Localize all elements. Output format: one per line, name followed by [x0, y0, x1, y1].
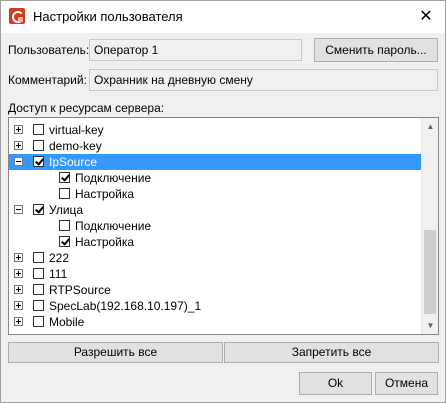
tree-item-checkbox[interactable]	[33, 316, 44, 327]
user-settings-dialog: Настройки пользователя ✕ Пользователь: О…	[0, 0, 446, 403]
tree-item-label: Настройка	[75, 235, 135, 249]
expand-icon[interactable]	[14, 253, 23, 262]
scroll-up-icon[interactable]: ▲	[422, 118, 438, 135]
app-icon	[9, 8, 25, 24]
tree-item[interactable]: Mobile	[9, 314, 421, 330]
tree-item-label: Настройка	[75, 187, 135, 201]
tree-item-checkbox[interactable]	[33, 204, 44, 215]
access-label: Доступ к ресурсам сервера:	[8, 101, 165, 115]
tree-item[interactable]: Настройка	[9, 234, 421, 250]
tree-item-label: 111	[49, 267, 68, 281]
tree-item-label: RTPSource	[49, 283, 111, 297]
allow-all-button[interactable]: Разрешить все	[8, 342, 223, 363]
tree-item-checkbox[interactable]	[33, 124, 44, 135]
expand-icon[interactable]	[14, 269, 23, 278]
tree-item-checkbox[interactable]	[33, 300, 44, 311]
tree-item-label: Mobile	[49, 315, 85, 329]
user-label: Пользователь:	[8, 43, 90, 57]
tree-item-checkbox[interactable]	[33, 252, 44, 263]
change-password-button[interactable]: Сменить пароль...	[314, 38, 438, 62]
ok-button[interactable]: Ok	[299, 372, 372, 395]
tree-item[interactable]: IpSource	[9, 154, 421, 170]
tree-item-label: Улица	[49, 203, 84, 217]
collapse-icon[interactable]	[14, 157, 23, 166]
close-icon[interactable]: ✕	[411, 5, 441, 29]
expand-icon[interactable]	[14, 285, 23, 294]
scroll-thumb[interactable]	[424, 230, 436, 314]
resource-tree[interactable]: virtual-key demo-key IpSource Подключение На…	[8, 117, 439, 335]
expand-icon[interactable]	[14, 141, 23, 150]
tree-item[interactable]: 222	[9, 250, 421, 266]
tree-item[interactable]: virtual-key	[9, 122, 421, 138]
scroll-down-icon[interactable]: ▼	[422, 317, 438, 334]
tree-item[interactable]: Подключение	[9, 218, 421, 234]
tree-item[interactable]: SpecLab(192.168.10.197)_1	[9, 298, 421, 314]
expand-icon[interactable]	[14, 317, 23, 326]
window-title: Настройки пользователя	[33, 9, 183, 24]
tree-scrollbar[interactable]: ▲ ▼	[421, 118, 438, 334]
user-field[interactable]: Оператор 1	[89, 39, 302, 61]
tree-item-checkbox[interactable]	[59, 172, 70, 183]
collapse-icon[interactable]	[14, 205, 23, 214]
tree-item-label: Подключение	[75, 171, 152, 185]
tree-item-checkbox[interactable]	[59, 236, 70, 247]
tree-item-checkbox[interactable]	[33, 140, 44, 151]
tree-item-checkbox[interactable]	[59, 220, 70, 231]
cancel-button[interactable]: Отмена	[375, 372, 438, 395]
comment-field[interactable]: Охранник на дневную смену	[89, 69, 438, 91]
title-bar[interactable]: Настройки пользователя ✕	[1, 1, 445, 33]
tree-item[interactable]: Настройка	[9, 186, 421, 202]
tree-item[interactable]: demo-key	[9, 138, 421, 154]
tree-item-checkbox[interactable]	[59, 188, 70, 199]
comment-label: Комментарий:	[8, 73, 87, 87]
tree-item-label: 222	[49, 251, 70, 265]
tree-item-checkbox[interactable]	[33, 268, 44, 279]
tree-item-checkbox[interactable]	[33, 284, 44, 295]
tree-item-label: Подключение	[75, 219, 152, 233]
tree-item-label: virtual-key	[49, 123, 104, 137]
deny-all-button[interactable]: Запретить все	[224, 342, 439, 363]
expand-icon[interactable]	[14, 301, 23, 310]
tree-item[interactable]: 111	[9, 266, 421, 282]
expand-icon[interactable]	[14, 125, 23, 134]
tree-item[interactable]: RTPSource	[9, 282, 421, 298]
tree-item-label: demo-key	[49, 139, 102, 153]
tree-item[interactable]: Подключение	[9, 170, 421, 186]
tree-item[interactable]: Улица	[9, 202, 421, 218]
tree-item-label: IpSource	[49, 155, 98, 169]
tree-item-label: SpecLab(192.168.10.197)_1	[49, 299, 202, 313]
tree-item-checkbox[interactable]	[33, 156, 44, 167]
